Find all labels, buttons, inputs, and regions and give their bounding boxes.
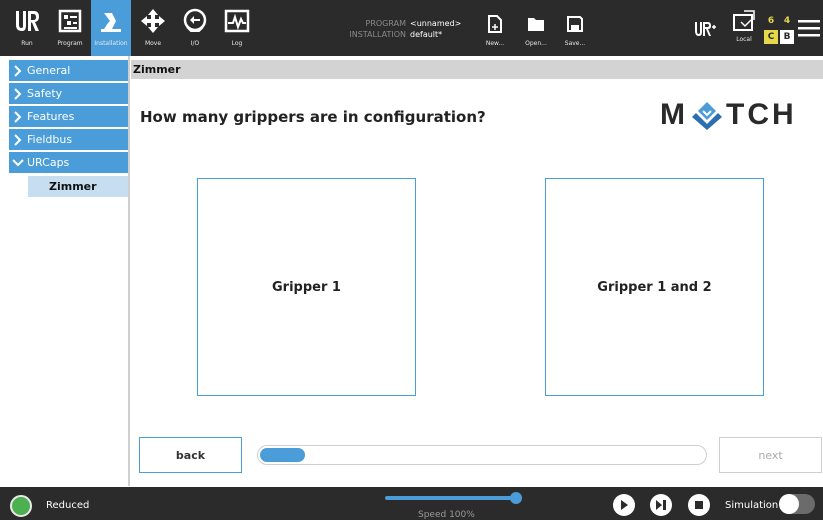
new-button-label: New... bbox=[485, 40, 505, 47]
logo-text-right: TCH bbox=[726, 98, 797, 131]
tab-move-label: Move bbox=[144, 40, 162, 47]
tab-log-label: Log bbox=[231, 40, 243, 47]
tab-program-label: Program bbox=[57, 40, 83, 47]
speed-label: Speed 100% bbox=[418, 510, 475, 520]
reduced-status-label: Reduced bbox=[46, 500, 90, 511]
tab-move[interactable]: Move bbox=[133, 0, 173, 56]
program-value: <unnamed> bbox=[410, 19, 462, 28]
log-icon bbox=[224, 8, 250, 34]
gripper-1-option[interactable]: Gripper 1 bbox=[197, 178, 416, 396]
tab-program[interactable]: Program bbox=[50, 0, 90, 56]
simulation-toggle[interactable] bbox=[779, 494, 815, 514]
tab-io[interactable]: I/O bbox=[175, 0, 215, 56]
chevron-right-icon bbox=[9, 87, 27, 100]
play-icon bbox=[621, 500, 628, 510]
page-title: How many grippers are in configuration? bbox=[140, 108, 486, 126]
chevron-right-icon bbox=[9, 64, 27, 77]
mode-cell-b: B bbox=[780, 30, 794, 44]
chevron-down-icon bbox=[9, 158, 27, 167]
status-bar: Reduced Speed 100% Simulation bbox=[0, 487, 823, 520]
sidebar-item-fieldbus[interactable]: Fieldbus bbox=[9, 129, 128, 150]
sidebar-item-urcaps[interactable]: URCaps bbox=[9, 152, 128, 173]
simulation-toggle-knob bbox=[779, 494, 799, 514]
local-label: Local bbox=[736, 36, 752, 43]
logo-mark-icon bbox=[692, 102, 722, 130]
tab-run-label: Run bbox=[21, 40, 33, 47]
sidebar-item-general[interactable]: General bbox=[9, 60, 128, 81]
speed-slider-handle[interactable] bbox=[510, 492, 522, 504]
sidebar-item-zimmer[interactable]: Zimmer bbox=[28, 176, 128, 197]
move-icon bbox=[140, 8, 166, 34]
robot-mode-grid[interactable]: 6 4 C B bbox=[764, 14, 794, 44]
gripper-1-and-2-option[interactable]: Gripper 1 and 2 bbox=[545, 178, 764, 396]
sidebar: General Safety Features Fieldbus URCaps … bbox=[0, 56, 130, 486]
chevron-right-icon bbox=[9, 110, 27, 123]
save-icon bbox=[566, 14, 584, 34]
breadcrumb: Zimmer bbox=[131, 60, 823, 79]
sidebar-item-label: Features bbox=[27, 110, 75, 123]
ur-logo-icon bbox=[14, 8, 40, 34]
tab-installation-label: Installation bbox=[94, 40, 128, 47]
open-button-label: Open... bbox=[525, 40, 547, 47]
save-button[interactable]: Save... bbox=[557, 0, 593, 56]
speed-slider-track[interactable] bbox=[385, 496, 520, 500]
chevron-right-icon bbox=[9, 133, 27, 146]
logo-text-left: M bbox=[660, 98, 688, 131]
mode-cell-c: C bbox=[764, 30, 778, 44]
tab-io-label: I/O bbox=[190, 40, 200, 47]
mode-cell-6: 6 bbox=[764, 14, 778, 28]
installation-key: INSTALLATION bbox=[349, 30, 406, 39]
stop-icon bbox=[695, 501, 703, 509]
open-folder-icon bbox=[527, 14, 545, 34]
tab-run[interactable]: Run bbox=[8, 0, 46, 56]
match-logo: M TCH bbox=[660, 98, 797, 132]
sidebar-item-label: Fieldbus bbox=[27, 133, 73, 146]
stop-button[interactable] bbox=[688, 494, 710, 516]
app-window: Run Program Installation Move I/O Log PR… bbox=[0, 0, 823, 520]
program-info: PROGRAM <unnamed> INSTALLATION default* bbox=[340, 18, 461, 40]
top-toolbar: Run Program Installation Move I/O Log PR… bbox=[0, 0, 823, 56]
save-button-label: Save... bbox=[564, 40, 586, 47]
next-button[interactable]: next bbox=[719, 437, 822, 473]
new-button[interactable]: New... bbox=[477, 0, 513, 56]
play-button[interactable] bbox=[613, 494, 635, 516]
reduced-status-indicator[interactable] bbox=[10, 495, 32, 517]
new-file-icon bbox=[486, 14, 504, 34]
step-icon bbox=[656, 500, 666, 510]
step-button[interactable] bbox=[650, 494, 672, 516]
sidebar-item-label: General bbox=[27, 64, 71, 77]
progress-fill bbox=[260, 448, 305, 462]
simulation-label: Simulation bbox=[725, 500, 779, 511]
sidebar-item-label: URCaps bbox=[27, 156, 70, 169]
wizard-progress-bar bbox=[257, 445, 707, 465]
sidebar-item-features[interactable]: Features bbox=[9, 106, 128, 127]
installation-value: default* bbox=[410, 30, 443, 39]
hamburger-menu-icon bbox=[798, 20, 820, 37]
program-key: PROGRAM bbox=[365, 19, 407, 28]
back-button[interactable]: back bbox=[139, 437, 242, 473]
sidebar-item-label: Safety bbox=[27, 87, 63, 100]
program-icon bbox=[57, 8, 83, 34]
urplus-icon bbox=[692, 16, 718, 42]
tab-log[interactable]: Log bbox=[217, 0, 257, 56]
local-button[interactable]: Local bbox=[726, 0, 762, 56]
local-control-icon bbox=[732, 10, 756, 34]
open-button[interactable]: Open... bbox=[518, 0, 554, 56]
mode-cell-4: 4 bbox=[780, 14, 794, 28]
tab-installation[interactable]: Installation bbox=[91, 0, 131, 56]
installation-icon bbox=[98, 8, 124, 34]
hamburger-menu-button[interactable] bbox=[798, 18, 820, 38]
io-icon bbox=[182, 8, 208, 34]
sidebar-item-safety[interactable]: Safety bbox=[9, 83, 128, 104]
urplus-button[interactable] bbox=[688, 0, 722, 56]
